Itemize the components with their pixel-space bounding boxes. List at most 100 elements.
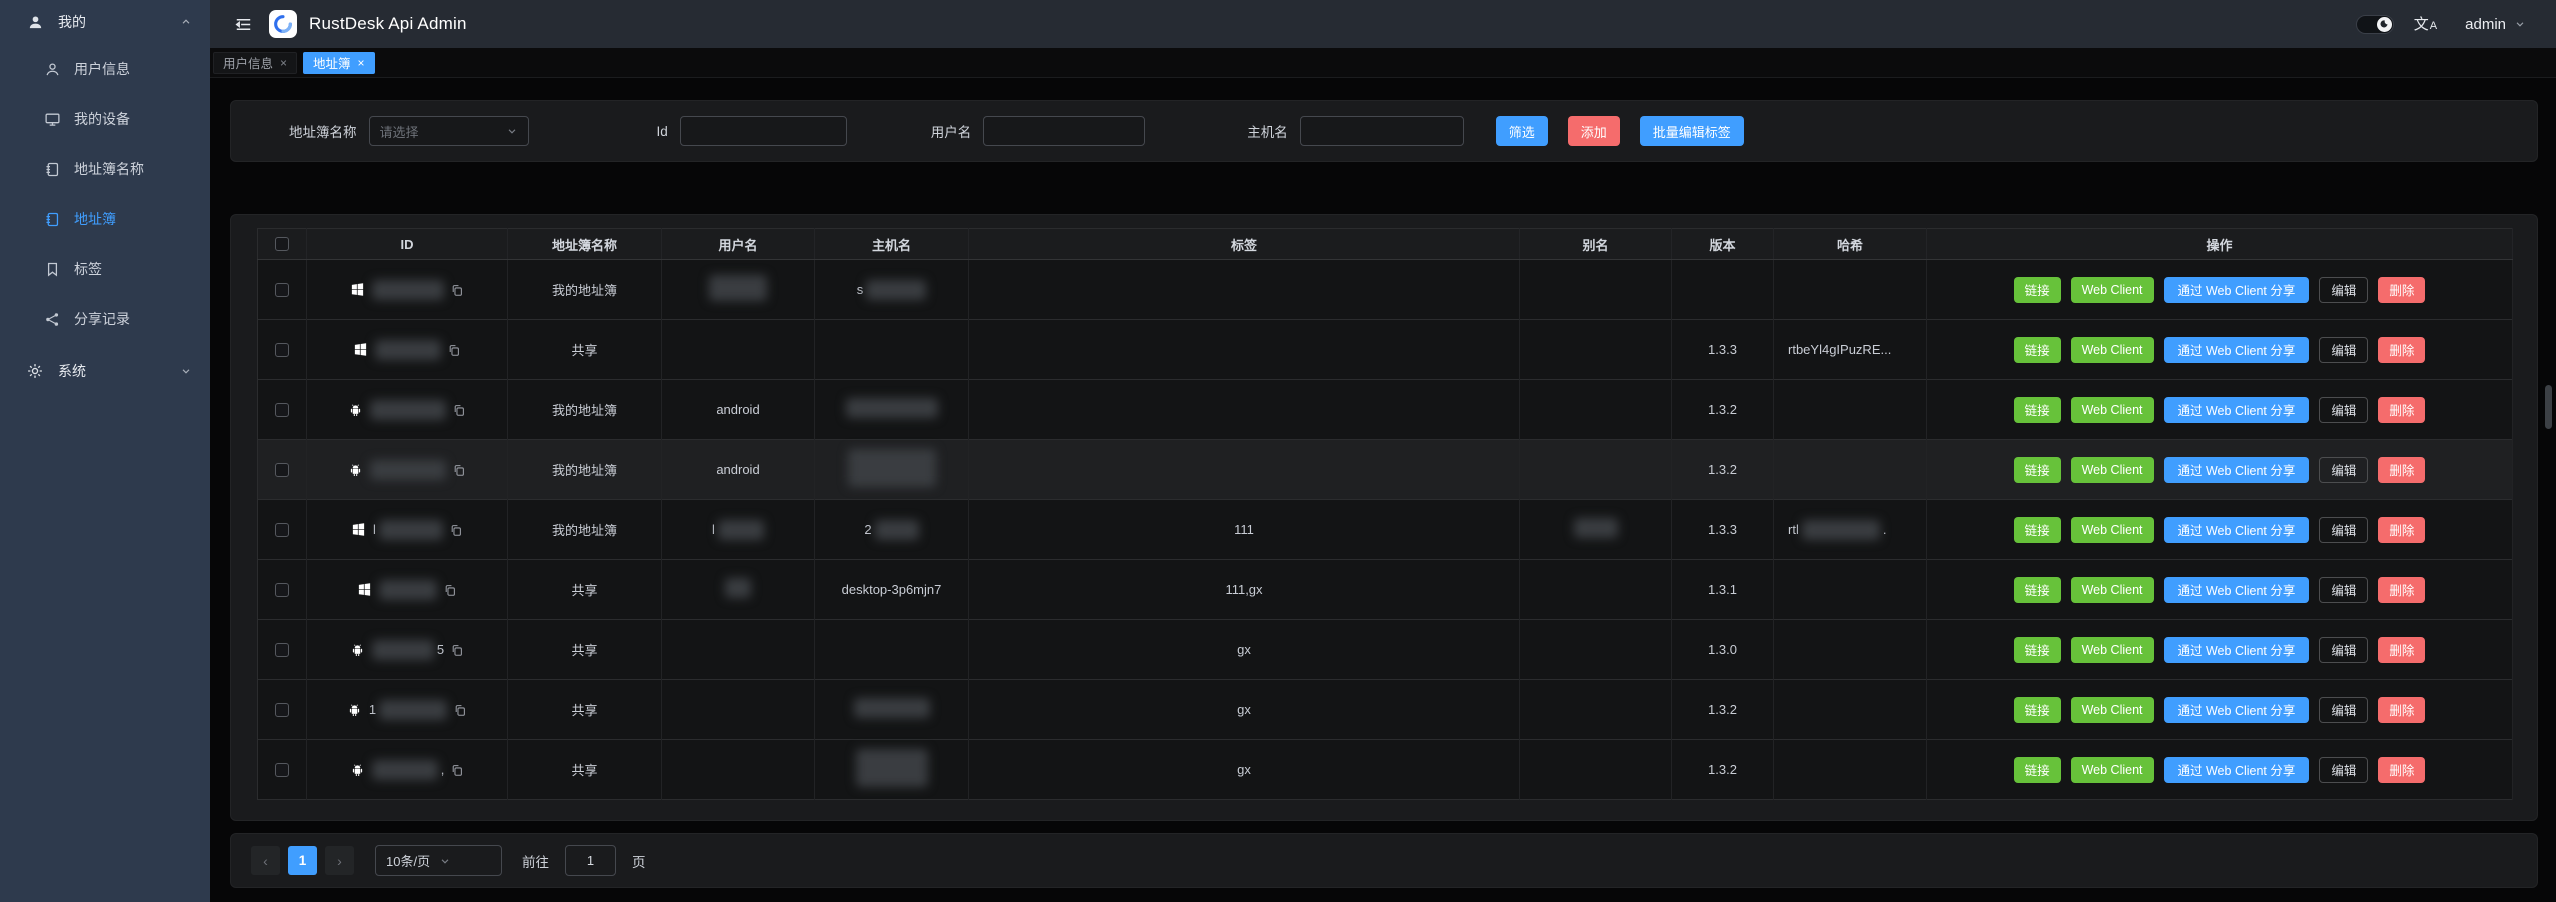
sidebar-item-label: 地址簿 (74, 209, 116, 229)
copy-icon[interactable] (450, 763, 464, 777)
action-delete-button[interactable]: 删除 (2378, 277, 2425, 303)
action-delete-button[interactable]: 删除 (2378, 757, 2425, 783)
next-page-button[interactable]: › (325, 846, 354, 875)
id-input[interactable] (680, 116, 847, 146)
row-checkbox[interactable] (275, 463, 289, 477)
action-delete-button[interactable]: 删除 (2378, 397, 2425, 423)
copy-icon[interactable] (452, 403, 466, 417)
cell-hostname: s (815, 260, 969, 320)
batch-edit-tags-button[interactable]: 批量编辑标签 (1640, 116, 1744, 146)
page-number-button[interactable]: 1 (288, 846, 317, 875)
action-share-webclient-button[interactable]: 通过 Web Client 分享 (2164, 397, 2310, 423)
close-tab-icon[interactable]: × (280, 56, 287, 70)
action-edit-button[interactable]: 编辑 (2319, 277, 2368, 303)
cell-alias (1520, 620, 1672, 680)
user-dropdown[interactable]: admin (2465, 16, 2526, 33)
action-link-button[interactable]: 链接 (2014, 577, 2061, 603)
sidebar-item-addressbook[interactable]: 地址簿 (0, 194, 210, 244)
action-webclient-button[interactable]: Web Client (2071, 757, 2154, 783)
action-delete-button[interactable]: 删除 (2378, 697, 2425, 723)
prev-page-button[interactable]: ‹ (251, 846, 280, 875)
action-edit-button[interactable]: 编辑 (2319, 337, 2368, 363)
action-edit-button[interactable]: 编辑 (2319, 517, 2368, 543)
add-button[interactable]: 添加 (1568, 116, 1620, 146)
tab-addressbook[interactable]: 地址簿× (303, 52, 375, 74)
vertical-scrollbar-thumb[interactable] (2545, 385, 2552, 429)
hamburger-menu-icon[interactable] (234, 15, 253, 34)
action-share-webclient-button[interactable]: 通过 Web Client 分享 (2164, 517, 2310, 543)
close-tab-icon[interactable]: × (358, 56, 365, 70)
action-edit-button[interactable]: 编辑 (2319, 577, 2368, 603)
sidebar-item-share-records[interactable]: 分享记录 (0, 294, 210, 344)
copy-icon[interactable] (443, 583, 457, 597)
row-checkbox[interactable] (275, 703, 289, 717)
copy-icon[interactable] (450, 283, 464, 297)
action-webclient-button[interactable]: Web Client (2071, 697, 2154, 723)
row-checkbox[interactable] (275, 523, 289, 537)
action-webclient-button[interactable]: Web Client (2071, 397, 2154, 423)
translate-icon[interactable]: 文A (2414, 17, 2437, 32)
action-link-button[interactable]: 链接 (2014, 337, 2061, 363)
action-share-webclient-button[interactable]: 通过 Web Client 分享 (2164, 757, 2310, 783)
action-share-webclient-button[interactable]: 通过 Web Client 分享 (2164, 697, 2310, 723)
action-delete-button[interactable]: 删除 (2378, 637, 2425, 663)
action-link-button[interactable]: 链接 (2014, 397, 2061, 423)
username-input[interactable] (983, 116, 1145, 146)
action-delete-button[interactable]: 删除 (2378, 457, 2425, 483)
filter-button[interactable]: 筛选 (1496, 116, 1548, 146)
addressbook-name-select[interactable]: 请选择 (369, 116, 529, 146)
action-delete-button[interactable]: 删除 (2378, 517, 2425, 543)
action-link-button[interactable]: 链接 (2014, 457, 2061, 483)
sidebar-group-my[interactable]: 我的 (0, 0, 210, 44)
action-edit-button[interactable]: 编辑 (2319, 637, 2368, 663)
action-edit-button[interactable]: 编辑 (2319, 397, 2368, 423)
sidebar-group-system[interactable]: 系统 (0, 344, 210, 398)
sidebar-item-user-info[interactable]: 用户信息 (0, 44, 210, 94)
action-share-webclient-button[interactable]: 通过 Web Client 分享 (2164, 577, 2310, 603)
copy-icon[interactable] (449, 523, 463, 537)
theme-toggle[interactable] (2356, 15, 2394, 34)
id-wrap (307, 580, 507, 600)
select-all-checkbox[interactable] (275, 237, 289, 251)
row-checkbox[interactable] (275, 403, 289, 417)
copy-icon[interactable] (452, 463, 466, 477)
row-checkbox[interactable] (275, 583, 289, 597)
action-webclient-button[interactable]: Web Client (2071, 577, 2154, 603)
action-webclient-button[interactable]: Web Client (2071, 277, 2154, 303)
action-delete-button[interactable]: 删除 (2378, 577, 2425, 603)
action-share-webclient-button[interactable]: 通过 Web Client 分享 (2164, 337, 2310, 363)
cell-actions: 链接 Web Client 通过 Web Client 分享编辑删除 (1927, 440, 2513, 500)
action-share-webclient-button[interactable]: 通过 Web Client 分享 (2164, 457, 2310, 483)
goto-page-input[interactable] (565, 845, 616, 876)
action-delete-button[interactable]: 删除 (2378, 337, 2425, 363)
hostname-input[interactable] (1300, 116, 1464, 146)
sidebar-item-addressbook-names[interactable]: 地址簿名称 (0, 144, 210, 194)
action-edit-button[interactable]: 编辑 (2319, 697, 2368, 723)
action-link-button[interactable]: 链接 (2014, 757, 2061, 783)
sidebar-item-tags[interactable]: 标签 (0, 244, 210, 294)
action-link-button[interactable]: 链接 (2014, 637, 2061, 663)
action-link-button[interactable]: 链接 (2014, 277, 2061, 303)
action-edit-button[interactable]: 编辑 (2319, 457, 2368, 483)
action-share-webclient-button[interactable]: 通过 Web Client 分享 (2164, 637, 2310, 663)
cell-text: android (716, 462, 759, 477)
copy-icon[interactable] (447, 343, 461, 357)
row-checkbox[interactable] (275, 763, 289, 777)
copy-icon[interactable] (450, 643, 464, 657)
page-size-select[interactable]: 10条/页 (375, 845, 502, 876)
copy-icon[interactable] (453, 703, 467, 717)
action-webclient-button[interactable]: Web Client (2071, 517, 2154, 543)
action-webclient-button[interactable]: Web Client (2071, 637, 2154, 663)
sidebar-item-my-devices[interactable]: 我的设备 (0, 94, 210, 144)
action-share-webclient-button[interactable]: 通过 Web Client 分享 (2164, 277, 2310, 303)
row-checkbox[interactable] (275, 343, 289, 357)
row-checkbox[interactable] (275, 283, 289, 297)
action-link-button[interactable]: 链接 (2014, 697, 2061, 723)
action-webclient-button[interactable]: Web Client (2071, 337, 2154, 363)
redacted-text (370, 460, 446, 480)
action-edit-button[interactable]: 编辑 (2319, 757, 2368, 783)
action-webclient-button[interactable]: Web Client (2071, 457, 2154, 483)
action-link-button[interactable]: 链接 (2014, 517, 2061, 543)
row-checkbox[interactable] (275, 643, 289, 657)
tab-user-info[interactable]: 用户信息× (213, 52, 297, 74)
